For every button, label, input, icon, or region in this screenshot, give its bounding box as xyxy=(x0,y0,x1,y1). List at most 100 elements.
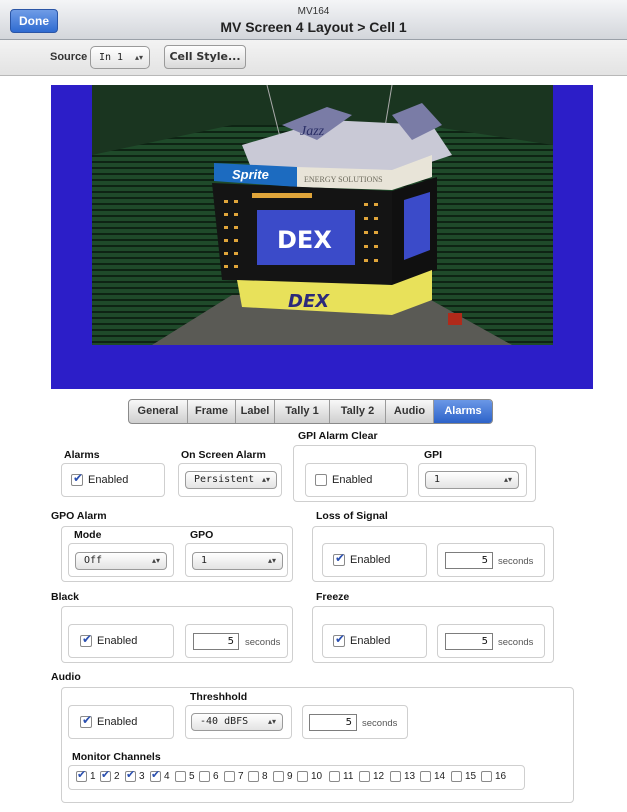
tab-tally-1[interactable]: Tally 1 xyxy=(275,400,330,423)
cell-style-button[interactable]: Cell Style... xyxy=(164,45,246,69)
channel-label: 10 xyxy=(311,771,323,782)
monitor-channel-14-checkbox[interactable]: 14 xyxy=(420,771,445,782)
checkbox-checked-icon xyxy=(100,768,111,782)
source-value: In 1 xyxy=(99,52,124,63)
loss-of-signal-enabled-checkbox[interactable]: Enabled xyxy=(333,551,391,566)
monitor-channel-10-checkbox[interactable]: 10 xyxy=(297,771,322,782)
monitor-channel-6-checkbox[interactable]: 6 xyxy=(199,771,219,782)
checkbox-label: Enabled xyxy=(350,554,391,566)
on-screen-alarm-heading: On Screen Alarm xyxy=(181,449,266,461)
gpi-alarm-clear-heading: GPI Alarm Clear xyxy=(298,430,378,442)
channel-label: 9 xyxy=(287,771,293,782)
monitor-channels-heading: Monitor Channels xyxy=(72,751,161,763)
monitor-channel-3-checkbox[interactable]: 3 xyxy=(125,768,145,782)
gpo-mode-select[interactable]: Off ▴▾ xyxy=(75,552,167,570)
monitor-channel-2-checkbox[interactable]: 2 xyxy=(100,768,120,782)
monitor-channel-9-checkbox[interactable]: 9 xyxy=(273,771,293,782)
channel-label: 3 xyxy=(139,771,145,782)
channel-label: 12 xyxy=(373,771,385,782)
checkbox-checked-icon xyxy=(150,768,161,782)
checkbox-label: Enabled xyxy=(332,474,373,486)
monitor-channel-13-checkbox[interactable]: 13 xyxy=(390,771,415,782)
loss-of-signal-enabled-box: Enabled xyxy=(322,543,427,577)
black-enabled-box: Enabled xyxy=(68,624,174,658)
channel-label: 1 xyxy=(90,771,96,782)
tab-general[interactable]: General xyxy=(129,400,188,423)
monitor-channel-12-checkbox[interactable]: 12 xyxy=(359,771,384,782)
channel-label: 16 xyxy=(495,771,507,782)
on-screen-alarm-value: Persistent xyxy=(194,474,255,485)
freeze-enabled-checkbox[interactable]: Enabled xyxy=(333,632,390,647)
source-select[interactable]: In 1 ▴▾ xyxy=(90,46,150,69)
audio-enabled-checkbox[interactable]: Enabled xyxy=(80,713,138,728)
checkbox-label: Enabled xyxy=(88,474,129,486)
gpi-label: GPI xyxy=(424,449,443,461)
audio-seconds-input[interactable]: 5 xyxy=(309,714,357,731)
gpo-select[interactable]: 1 ▴▾ xyxy=(192,552,283,570)
monitor-channel-15-checkbox[interactable]: 15 xyxy=(451,771,476,782)
gpi-enabled-checkbox[interactable]: Enabled xyxy=(315,474,372,486)
page-title: MV Screen 4 Layout > Cell 1 xyxy=(220,19,407,35)
app-name: MV164 xyxy=(297,6,330,17)
select-arrows-icon: ▴▾ xyxy=(267,556,276,565)
monitor-channel-11-checkbox[interactable]: 11 xyxy=(329,771,353,782)
source-label: Source xyxy=(50,51,88,63)
monitor-channel-7-checkbox[interactable]: 7 xyxy=(224,771,244,782)
black-enabled-checkbox[interactable]: Enabled xyxy=(80,632,137,647)
checkbox-unchecked-icon xyxy=(175,771,186,782)
sponsor-energy-text: ENERGY SOLUTIONS xyxy=(304,175,383,184)
select-arrows-icon: ▴▾ xyxy=(134,53,143,62)
seconds-unit-label: seconds xyxy=(362,718,398,729)
monitor-channel-5-checkbox[interactable]: 5 xyxy=(175,771,195,782)
monitor-channel-16-checkbox[interactable]: 16 xyxy=(481,771,506,782)
channel-label: 4 xyxy=(164,771,170,782)
checkbox-unchecked-icon xyxy=(297,771,308,782)
monitor-channel-8-checkbox[interactable]: 8 xyxy=(248,771,268,782)
channel-label: 2 xyxy=(114,771,120,782)
alarms-enabled-checkbox[interactable]: Enabled xyxy=(71,471,129,486)
tab-audio[interactable]: Audio xyxy=(386,400,434,423)
freeze-seconds-input[interactable]: 5 xyxy=(445,633,493,650)
freeze-enabled-box: Enabled xyxy=(322,624,427,658)
gpi-select[interactable]: 1 ▴▾ xyxy=(425,471,519,489)
black-seconds-input[interactable]: 5 xyxy=(193,633,239,650)
loss-of-signal-heading: Loss of Signal xyxy=(316,510,388,522)
checkbox-unchecked-icon xyxy=(390,771,401,782)
tab-frame[interactable]: Frame xyxy=(188,400,236,423)
alarms-enabled-box: Enabled xyxy=(61,463,165,497)
threshold-value: -40 dBFS xyxy=(200,716,249,727)
channel-label: 13 xyxy=(404,771,416,782)
jazz-logo-text: Jazz xyxy=(300,124,325,139)
black-heading: Black xyxy=(51,591,80,603)
tab-tally-2[interactable]: Tally 2 xyxy=(330,400,386,423)
checkbox-unchecked-icon xyxy=(248,771,259,782)
checkbox-checked-icon xyxy=(80,632,92,647)
checkbox-unchecked-icon xyxy=(199,771,210,782)
checkbox-unchecked-icon xyxy=(315,474,327,486)
select-arrows-icon: ▴▾ xyxy=(261,475,270,484)
tab-alarms[interactable]: Alarms xyxy=(434,400,492,423)
checkbox-checked-icon xyxy=(76,768,87,782)
video-preview: Jazz Sprite ENERGY SOLUTIONS DEX DEX xyxy=(92,85,553,345)
source-toolbar: Source In 1 ▴▾ Cell Style... xyxy=(0,40,627,76)
monitor-channel-1-checkbox[interactable]: 1 xyxy=(76,768,96,782)
seconds-unit-label: seconds xyxy=(245,637,281,648)
title-bar: Done MV164 MV Screen 4 Layout > Cell 1 xyxy=(0,0,627,40)
checkbox-unchecked-icon xyxy=(451,771,462,782)
loss-of-signal-seconds-input[interactable]: 5 xyxy=(445,552,493,569)
threshold-select[interactable]: -40 dBFS ▴▾ xyxy=(191,713,283,731)
channel-label: 8 xyxy=(262,771,268,782)
monitor-channel-4-checkbox[interactable]: 4 xyxy=(150,768,170,782)
on-screen-alarm-select[interactable]: Persistent ▴▾ xyxy=(185,471,277,489)
seconds-unit-label: seconds xyxy=(498,637,534,648)
channel-label: 14 xyxy=(434,771,446,782)
checkbox-checked-icon xyxy=(125,768,136,782)
freeze-heading: Freeze xyxy=(316,591,350,603)
channel-label: 11 xyxy=(343,771,354,782)
gpi-enabled-box: Enabled xyxy=(305,463,408,497)
checkbox-label: Enabled xyxy=(97,716,138,728)
checkbox-unchecked-icon xyxy=(420,771,431,782)
tab-label[interactable]: Label xyxy=(236,400,275,423)
checkbox-checked-icon xyxy=(80,713,92,728)
gpo-mode-label: Mode xyxy=(74,529,102,541)
